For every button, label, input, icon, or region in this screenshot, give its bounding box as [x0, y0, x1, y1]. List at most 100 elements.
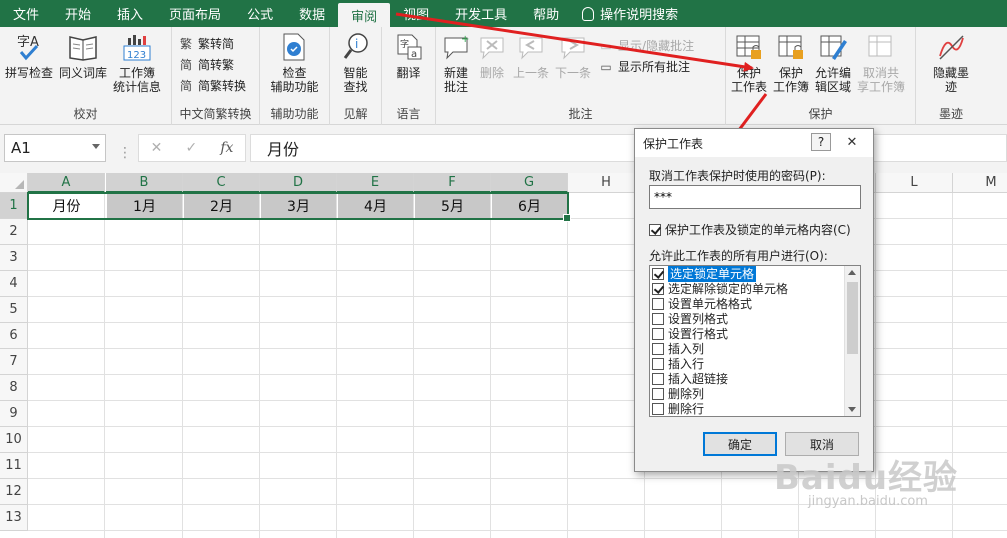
row-header-9[interactable]: 9 — [0, 401, 28, 427]
column-header-g[interactable]: G — [491, 173, 568, 193]
permission-item[interactable]: 删除列 — [650, 386, 860, 401]
permission-checkbox[interactable] — [652, 267, 664, 280]
row-header-3[interactable]: 3 — [0, 245, 28, 271]
checkbox-checked[interactable] — [649, 223, 661, 236]
show-all-comments-button[interactable]: ▭ 显示所有批注 — [598, 58, 694, 75]
simp-to-trad-button[interactable]: 简简转繁 — [178, 56, 246, 73]
permission-item[interactable]: 设置单元格格式 — [650, 296, 860, 311]
svg-text:a: a — [411, 49, 417, 60]
tell-me-search[interactable]: 操作说明搜索 — [572, 0, 688, 27]
permission-checkbox[interactable] — [652, 357, 664, 370]
simp-trad-icon: 简 — [179, 58, 192, 72]
permission-item[interactable]: 插入行 — [650, 356, 860, 371]
chinese-convert-button[interactable]: 简简繁转换 — [178, 77, 246, 94]
delete-comment-icon — [477, 31, 507, 63]
insert-function-icon[interactable]: fx — [220, 140, 233, 156]
permission-item[interactable]: 设置行格式 — [650, 326, 860, 341]
tab-file[interactable]: 文件 — [0, 0, 52, 27]
row-header-1[interactable]: 1 — [0, 193, 28, 219]
row-header-8[interactable]: 8 — [0, 375, 28, 401]
tab-data[interactable]: 数据 — [286, 0, 338, 27]
permission-checkbox[interactable] — [652, 342, 664, 355]
scroll-thumb[interactable] — [847, 282, 858, 354]
chevron-down-icon[interactable] — [92, 144, 100, 149]
dialog-title: 保护工作表 — [643, 136, 704, 151]
permission-checkbox[interactable] — [652, 387, 664, 400]
permission-checkbox[interactable] — [652, 297, 664, 310]
accessibility-icon — [279, 31, 309, 63]
permission-item[interactable]: 选定解除锁定的单元格 — [650, 281, 860, 296]
column-header-f[interactable]: F — [414, 173, 491, 193]
close-icon[interactable]: ✕ — [837, 133, 867, 151]
show-hide-comment-button[interactable]: ▭ 显示/隐藏批注 — [598, 37, 694, 54]
spelling-label: 拼写检查 — [5, 66, 54, 80]
formula-buttons: ✕ ✓ fx — [138, 134, 246, 162]
row-header-5[interactable]: 5 — [0, 297, 28, 323]
permission-item[interactable]: 删除行 — [650, 401, 860, 416]
group-insights: i 智能 查找 见解 — [330, 27, 382, 125]
row-header-6[interactable]: 6 — [0, 323, 28, 349]
scroll-up-icon[interactable] — [848, 270, 856, 275]
column-header-b[interactable]: B — [106, 173, 183, 193]
tab-home[interactable]: 开始 — [52, 0, 104, 27]
hide-ink-icon — [936, 31, 966, 63]
row-header-10[interactable]: 10 — [0, 427, 28, 453]
tab-formulas[interactable]: 公式 — [234, 0, 286, 27]
row-header-11[interactable]: 11 — [0, 453, 28, 479]
row-header-13[interactable]: 13 — [0, 505, 28, 531]
tab-review[interactable]: 审阅 — [338, 3, 391, 27]
ribbon-review: 字A 拼写检查 同义词库 123 工作簿 统计信息 校对 繁繁转简 简简转繁 简… — [0, 27, 1007, 125]
column-header-l[interactable]: L — [876, 173, 953, 193]
group-accessibility: 检查 辅助功能 辅助功能 — [260, 27, 330, 125]
row-header-2[interactable]: 2 — [0, 219, 28, 245]
permission-checkbox[interactable] — [652, 372, 664, 385]
delete-comment-label: 删除 — [479, 66, 504, 80]
permission-item[interactable]: 选定锁定单元格 — [650, 266, 860, 282]
column-header-e[interactable]: E — [337, 173, 414, 193]
group-ink: 隐藏墨 迹 墨迹 — [916, 27, 986, 125]
column-header-c[interactable]: C — [183, 173, 260, 193]
permission-item[interactable]: 插入超链接 — [650, 371, 860, 386]
formula-bar-divider[interactable]: ⋮ — [118, 145, 132, 161]
scroll-down-icon[interactable] — [848, 407, 856, 412]
permissions-scrollbar[interactable] — [844, 266, 860, 416]
tab-help[interactable]: 帮助 — [520, 0, 572, 27]
row-header-4[interactable]: 4 — [0, 271, 28, 297]
permission-checkbox[interactable] — [652, 327, 664, 340]
row-header-7[interactable]: 7 — [0, 349, 28, 375]
tab-page-layout[interactable]: 页面布局 — [156, 0, 234, 27]
row-header-12[interactable]: 12 — [0, 479, 28, 505]
cancel-entry-icon[interactable]: ✕ — [151, 140, 163, 156]
previous-comment-label: 上一条 — [513, 66, 550, 80]
permission-item[interactable]: 设置列格式 — [650, 311, 860, 326]
protect-locked-cells-checkbox[interactable]: 保护工作表及锁定的单元格内容(C) — [649, 221, 851, 238]
selection-range[interactable] — [27, 192, 571, 222]
show-hide-comment-label: 显示/隐藏批注 — [618, 39, 695, 53]
column-header-m[interactable]: M — [953, 173, 1007, 193]
tab-insert[interactable]: 插入 — [104, 0, 156, 27]
name-box[interactable]: A1 — [4, 134, 106, 162]
column-header-d[interactable]: D — [260, 173, 337, 193]
tab-view[interactable]: 视图 — [390, 0, 442, 27]
tab-developer[interactable]: 开发工具 — [442, 0, 520, 27]
permission-checkbox[interactable] — [652, 312, 664, 325]
permission-checkbox[interactable] — [652, 402, 664, 415]
ok-button[interactable]: 确定 — [703, 432, 777, 456]
gridline — [28, 530, 1007, 531]
protect-sheet-icon — [734, 31, 764, 63]
help-button[interactable]: ? — [811, 133, 831, 151]
permission-checkbox[interactable] — [652, 282, 664, 295]
formula-input[interactable]: 月份 — [250, 134, 1007, 162]
permissions-list[interactable]: 选定锁定单元格 选定解除锁定的单元格 设置单元格格式 设置列格式 设置行格式 插入列 插入行… — [649, 265, 861, 417]
translate-icon: 字a — [394, 31, 424, 63]
password-input[interactable] — [649, 185, 861, 209]
svg-text:+: + — [461, 34, 469, 45]
confirm-entry-icon[interactable]: ✓ — [185, 140, 197, 156]
trad-simp-icon: 繁 — [179, 37, 192, 51]
column-header-a[interactable]: A — [28, 173, 105, 193]
password-label: 取消工作表保护时使用的密码(P): — [649, 169, 826, 183]
select-all-button[interactable] — [0, 173, 28, 193]
permission-item[interactable]: 插入列 — [650, 341, 860, 356]
trad-to-simp-button[interactable]: 繁繁转简 — [178, 35, 246, 52]
lightbulb-icon — [582, 6, 595, 21]
